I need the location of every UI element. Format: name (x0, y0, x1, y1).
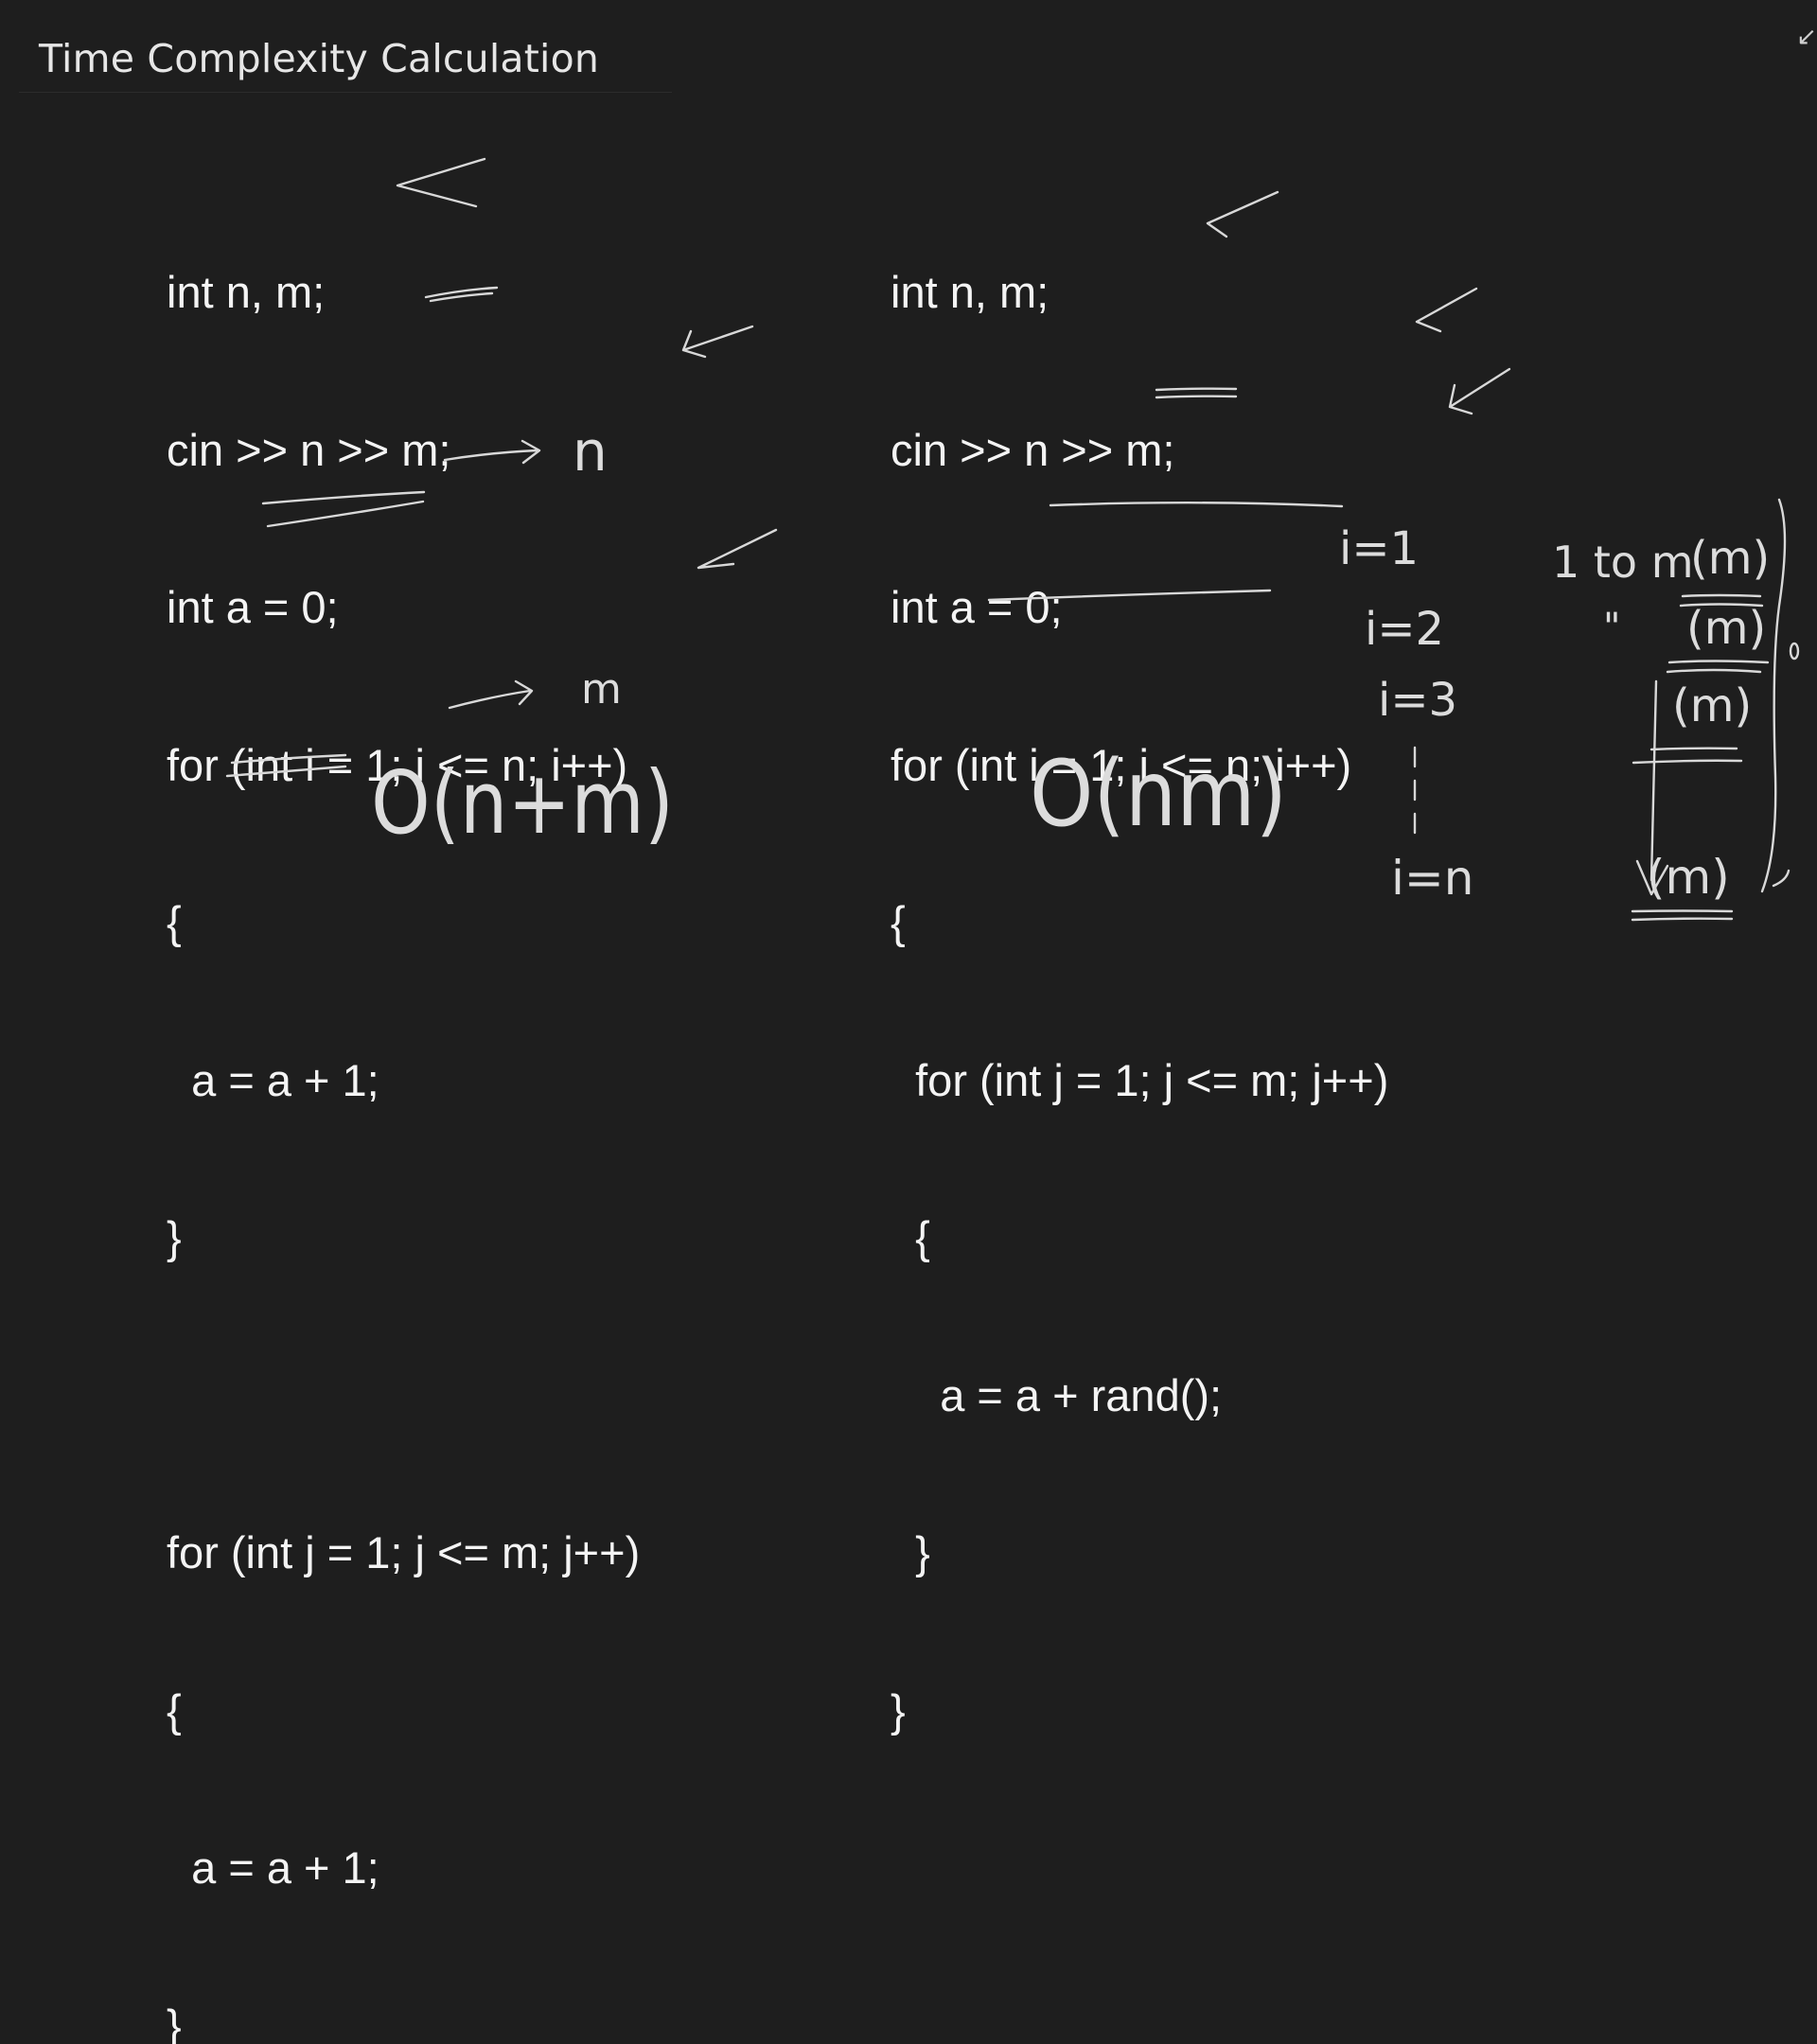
code-line: cin >> n >> m; (167, 424, 640, 477)
dot-mark (1791, 643, 1798, 659)
bracket-line (1762, 500, 1785, 891)
code-line: } (167, 2000, 640, 2044)
code-line: } (891, 1526, 1388, 1579)
arrow-icon (1417, 289, 1476, 331)
title-divider (19, 92, 672, 93)
underline-mark (1632, 919, 1732, 920)
code-line: a = a + 1; (167, 1054, 640, 1107)
code-line: for (int i = 1; i <= n; i++) (167, 739, 640, 792)
arrow-icon (1637, 861, 1667, 894)
code-line: int a = 0; (891, 581, 1388, 634)
resize-arrow-icon[interactable]: ↙ (1796, 23, 1817, 51)
range-note: 1 to m (1552, 537, 1694, 588)
slide-title: Time Complexity Calculation (39, 36, 599, 81)
code-line: } (891, 1684, 1388, 1737)
right-code-block: int n, m; cin >> n >> m; int a = 0; for … (891, 161, 1388, 1789)
code-line: { (167, 896, 640, 949)
inner-cost-note: (m) (1672, 679, 1752, 732)
underline-mark (1667, 670, 1760, 672)
ditto-mark: " (1603, 606, 1620, 649)
code-line: for (int j = 1; j <= m; j++) (891, 1054, 1388, 1107)
code-line: int n, m; (167, 266, 640, 319)
iteration-note: i=n (1391, 851, 1473, 906)
arrow-icon (683, 326, 752, 357)
code-line-blank (167, 1369, 640, 1422)
underline-mark (1633, 761, 1741, 763)
arrow-icon (1450, 369, 1509, 414)
code-line: int n, m; (891, 266, 1388, 319)
code-line: { (891, 1211, 1388, 1264)
underline-mark (1669, 661, 1768, 663)
underline-mark (1683, 595, 1760, 596)
inner-cost-note: (m) (1686, 602, 1766, 655)
code-line: for (int j = 1; j <= m; j++) (167, 1526, 640, 1579)
underline-mark (1632, 911, 1732, 912)
underline-mark (1681, 605, 1762, 607)
left-code-block: int n, m; cin >> n >> m; int a = 0; for … (167, 161, 640, 2044)
bracket-line (1773, 871, 1789, 886)
code-line: { (891, 896, 1388, 949)
code-line: cin >> n >> m; (891, 424, 1388, 477)
arrow-icon (698, 530, 776, 568)
code-line: for (int i = 1; i <= n; i++) (891, 739, 1388, 792)
code-line: a = a + 1; (167, 1841, 640, 1894)
bracket-line (1651, 681, 1656, 880)
code-line: a = a + rand(); (891, 1369, 1388, 1422)
code-line: } (167, 1211, 640, 1264)
inner-cost-note: (m) (1690, 532, 1770, 585)
code-line: { (167, 1684, 640, 1737)
code-line: int a = 0; (167, 581, 640, 634)
iteration-note: i=3 (1378, 674, 1457, 727)
inner-cost-note: (m) (1647, 850, 1730, 905)
